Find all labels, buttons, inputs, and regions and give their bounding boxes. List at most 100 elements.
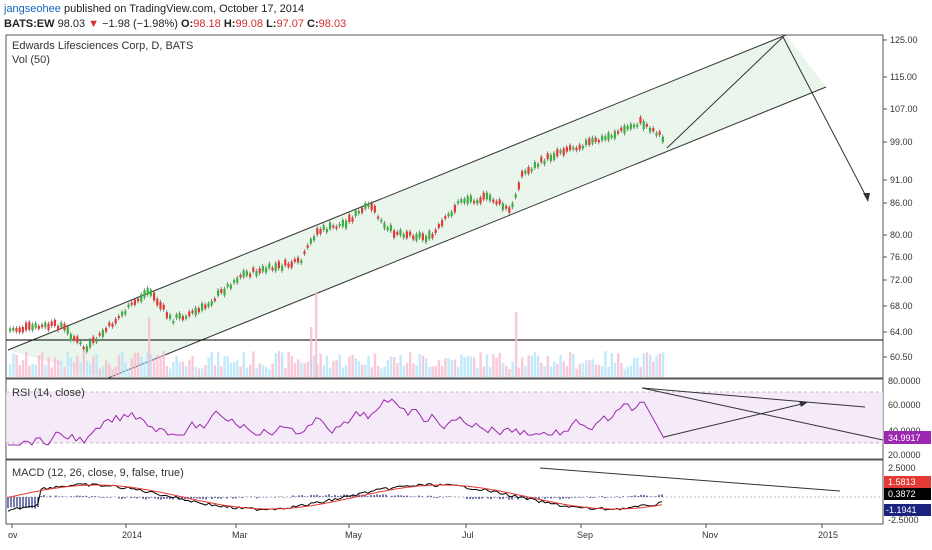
volume-bar [649, 354, 652, 377]
volume-bar [341, 367, 345, 377]
price-tick-label: 64.00 [890, 327, 913, 337]
candle-body [9, 328, 12, 332]
candle-body [82, 346, 85, 350]
candle-body [53, 319, 56, 326]
rsi-tick-label: 20.0000 [888, 450, 921, 460]
candle-body [620, 127, 623, 131]
volume-bar [85, 360, 89, 377]
volume-bar [197, 368, 201, 377]
author-link[interactable]: jangseohee [4, 3, 61, 15]
volume-bar [658, 353, 661, 377]
candle-body [341, 220, 344, 227]
candle-body [575, 147, 578, 151]
volume-bar [271, 363, 274, 377]
volume-bar [463, 357, 466, 377]
rsi-axis[interactable]: 80.000060.000040.000020.0000 [888, 376, 921, 460]
candle-body [322, 225, 325, 230]
candle-body [25, 322, 28, 331]
volume-bar [15, 354, 18, 377]
candle-body [425, 236, 428, 243]
candle-body [370, 203, 373, 211]
candle-body [21, 327, 24, 333]
price-axis[interactable]: 125.00 115.00 107.00 99.00 91.00 86.00 80.00 76… [883, 35, 918, 362]
volume-bar [249, 364, 252, 377]
candle-body [345, 220, 348, 229]
volume-bar [415, 365, 418, 377]
volume-bar [543, 366, 546, 377]
x-tick-label: Nov [702, 530, 719, 540]
volume-bar [28, 365, 31, 377]
volume-bar [57, 360, 60, 377]
volume-bar [428, 366, 431, 377]
volume-bar [319, 353, 322, 377]
volume-bar [124, 362, 127, 377]
volume-bar [268, 368, 271, 377]
volume-bar [351, 354, 354, 377]
candle-body [463, 198, 466, 204]
volume-bar [92, 356, 95, 377]
volume-bar [277, 351, 281, 377]
volume-bar [437, 360, 441, 377]
rsi-title: RSI (14, close) [12, 387, 85, 399]
volume-bar [191, 355, 194, 377]
volume-bar [172, 361, 175, 377]
candle-body [581, 145, 584, 149]
volume-bar [41, 352, 44, 377]
candle-body [412, 235, 415, 240]
candle-body [415, 234, 418, 241]
volume-bar [546, 356, 549, 377]
price-tick-label: 80.00 [890, 230, 913, 240]
volume-bar [137, 352, 140, 377]
candle-body [409, 231, 412, 236]
candle-body [85, 346, 88, 352]
candle-body [553, 153, 556, 160]
down-arrow-icon: ▼ [88, 18, 100, 30]
volume-bar [553, 361, 556, 377]
chart-canvas[interactable]: Edwards Lifesciences Corp, D, BATS Vol (… [0, 34, 932, 550]
candle-body [594, 137, 597, 142]
candle-body [511, 203, 514, 208]
volume-bar [511, 361, 514, 377]
candle-body [335, 226, 338, 229]
volume-bar [204, 364, 207, 377]
candle-body [658, 131, 661, 135]
candle-body [194, 307, 197, 316]
volume-bar [53, 357, 57, 377]
candle-body [613, 131, 616, 139]
candle-body [364, 203, 367, 209]
volume-spike [515, 312, 518, 377]
volume-spike [310, 327, 313, 377]
volume-bar [383, 366, 386, 377]
volume-bar [245, 367, 249, 377]
volume-bar [572, 354, 575, 377]
candle-body [57, 325, 60, 331]
candle-body [521, 171, 524, 177]
candle-body [89, 340, 92, 348]
candle-body [213, 298, 216, 301]
candle-body [572, 147, 575, 150]
volume-bar [76, 355, 79, 377]
candle-body [69, 334, 72, 341]
candle-body [60, 322, 63, 328]
candle-body [98, 333, 101, 336]
volume-bar [409, 352, 412, 377]
macd-value-1: 1.5813 [888, 477, 916, 487]
candle-body [629, 123, 632, 130]
volume-bar [533, 351, 537, 377]
candle-body [537, 163, 540, 167]
candle-body [12, 328, 15, 331]
candle-body [357, 210, 360, 214]
candle-body [146, 287, 149, 295]
time-axis[interactable]: ov 2014 Mar May Jul Sep Nov 2015 [8, 524, 838, 540]
volume-bar [329, 367, 332, 377]
candle-body [508, 207, 511, 213]
candle-body [290, 261, 293, 268]
candle-body [37, 325, 40, 329]
volume-bar [156, 354, 159, 377]
candle-body [533, 162, 536, 168]
candle-body [607, 132, 610, 141]
candle-body [297, 257, 300, 263]
symbol-label[interactable]: BATS:EW [4, 18, 55, 30]
candle-body [492, 199, 495, 203]
candle-body [332, 225, 335, 228]
